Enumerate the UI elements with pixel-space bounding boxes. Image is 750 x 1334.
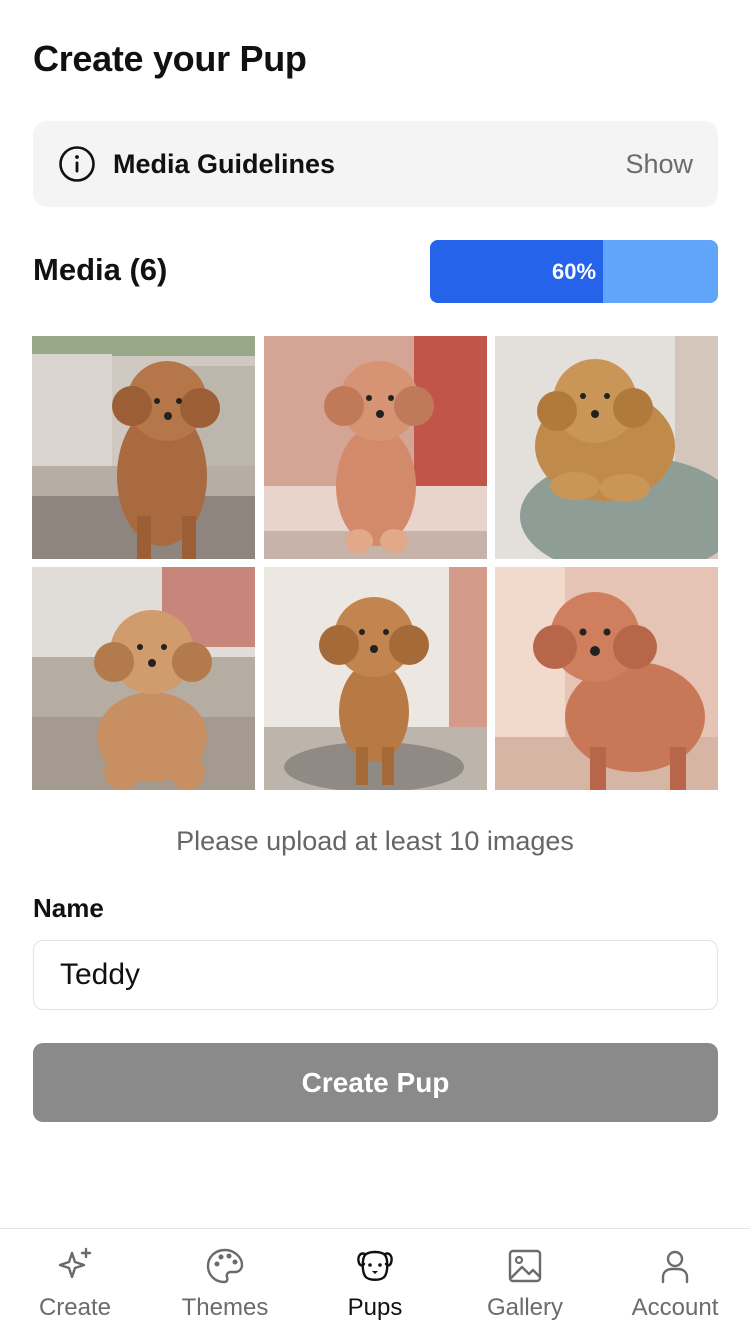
media-heading: Media (6) <box>33 252 168 287</box>
tab-pups-label: Pups <box>347 1294 403 1321</box>
tab-pups[interactable]: Pups <box>300 1229 450 1334</box>
media-grid <box>32 336 718 790</box>
palette-icon <box>205 1246 245 1286</box>
poodle-photo-5[interactable] <box>263 567 487 790</box>
upload-progress-bar: 60% <box>430 240 718 303</box>
guidelines-label: Media Guidelines <box>113 148 336 179</box>
dog-icon <box>355 1246 395 1286</box>
poodle-photo-4[interactable] <box>32 567 255 790</box>
tab-create[interactable]: Create <box>0 1229 150 1334</box>
tab-themes-label: Themes <box>181 1294 269 1321</box>
sparkles-icon <box>55 1246 95 1286</box>
page-title: Create your Pup <box>33 38 307 79</box>
progress-text: 60% <box>551 258 597 284</box>
poodle-photo-6[interactable] <box>495 567 718 790</box>
info-icon <box>58 145 96 183</box>
bottom-tab-bar: Create Themes Pups Gallery Account <box>0 1228 750 1334</box>
show-guidelines-button[interactable]: Show <box>625 149 693 180</box>
poodle-photo-1[interactable] <box>32 336 255 559</box>
poodle-photo-2[interactable] <box>263 336 487 559</box>
tab-account[interactable]: Account <box>600 1229 750 1334</box>
media-guidelines-panel[interactable]: Media Guidelines Show <box>33 121 718 207</box>
tab-gallery[interactable]: Gallery <box>450 1229 600 1334</box>
tab-gallery-label: Gallery <box>486 1294 564 1321</box>
name-input[interactable] <box>33 940 718 1010</box>
poodle-photo-3[interactable] <box>495 336 718 559</box>
tab-themes[interactable]: Themes <box>150 1229 300 1334</box>
name-label: Name <box>33 893 104 923</box>
create-pup-button[interactable]: Create Pup <box>33 1043 718 1122</box>
image-icon <box>505 1246 545 1286</box>
upload-hint: Please upload at least 10 images <box>176 826 574 856</box>
tab-create-label: Create <box>38 1294 112 1321</box>
tab-account-label: Account <box>631 1294 719 1321</box>
user-icon <box>655 1246 695 1286</box>
